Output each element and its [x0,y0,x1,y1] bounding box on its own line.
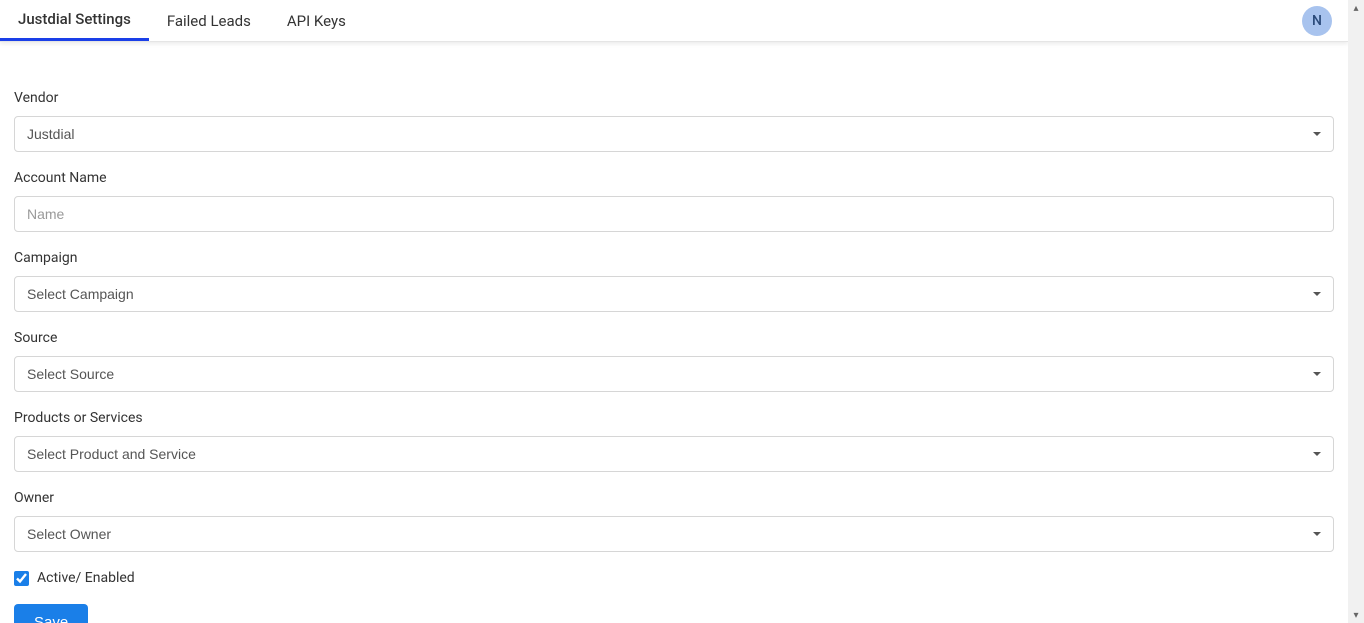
outer-scrollbar: ▴ ▾ [1348,0,1364,623]
tab-label: Failed Leads [167,12,251,30]
tabs: Justdial Settings Failed Leads API Keys [0,0,364,41]
vendor-label: Vendor [14,90,1334,106]
source-select[interactable]: Select Source [14,356,1334,392]
source-group: Source Select Source [14,330,1334,392]
tab-label: Justdial Settings [18,10,131,28]
source-label: Source [14,330,1334,346]
tab-api-keys[interactable]: API Keys [269,0,364,41]
active-enabled-label: Active/ Enabled [37,570,135,586]
active-enabled-checkbox[interactable] [14,571,29,586]
avatar-initial: N [1312,13,1322,29]
vendor-group: Vendor Justdial [14,90,1334,152]
vendor-select[interactable]: Justdial [14,116,1334,152]
scroll-up-arrow-icon[interactable]: ▴ [1348,0,1364,16]
active-enabled-row: Active/ Enabled [14,570,1334,586]
campaign-select[interactable]: Select Campaign [14,276,1334,312]
tab-failed-leads[interactable]: Failed Leads [149,0,269,41]
header-bar: Justdial Settings Failed Leads API Keys … [0,0,1348,42]
owner-group: Owner Select Owner [14,490,1334,552]
campaign-label: Campaign [14,250,1334,266]
campaign-group: Campaign Select Campaign [14,250,1334,312]
avatar[interactable]: N [1302,6,1332,36]
form-content: Vendor Justdial Account Name Campaign Se… [0,42,1348,623]
products-label: Products or Services [14,410,1334,426]
tab-justdial-settings[interactable]: Justdial Settings [0,0,149,41]
tab-label: API Keys [287,12,346,30]
account-name-label: Account Name [14,170,1334,186]
scroll-down-arrow-icon[interactable]: ▾ [1348,607,1364,623]
save-button[interactable]: Save [14,604,88,623]
account-name-input[interactable] [14,196,1334,232]
owner-select[interactable]: Select Owner [14,516,1334,552]
account-name-group: Account Name [14,170,1334,232]
owner-label: Owner [14,490,1334,506]
products-select[interactable]: Select Product and Service [14,436,1334,472]
products-group: Products or Services Select Product and … [14,410,1334,472]
scroll-track[interactable] [1348,16,1364,607]
